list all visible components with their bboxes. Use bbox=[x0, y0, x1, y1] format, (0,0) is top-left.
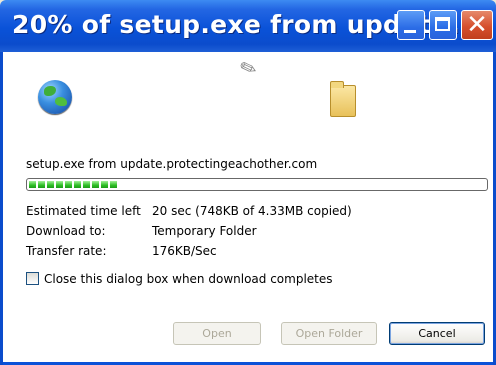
progress-block bbox=[38, 181, 45, 188]
download-to-value: Temporary Folder bbox=[152, 224, 257, 238]
minimize-icon bbox=[404, 30, 416, 33]
globe-land bbox=[55, 97, 67, 106]
globe-land bbox=[44, 86, 56, 96]
maximize-icon bbox=[435, 17, 450, 31]
transfer-rate-value: 176KB/Sec bbox=[152, 244, 217, 258]
folder-icon bbox=[330, 81, 356, 117]
progress-block bbox=[110, 181, 117, 188]
progress-block bbox=[56, 181, 63, 188]
open-folder-button[interactable]: Open Folder bbox=[281, 322, 377, 345]
download-dialog: 20% of setup.exe from updat... ✕ ✎ setup… bbox=[0, 0, 496, 365]
eta-value: 20 sec (748KB of 4.33MB copied) bbox=[152, 204, 352, 218]
close-button[interactable]: ✕ bbox=[461, 10, 493, 40]
close-on-complete-checkbox[interactable] bbox=[26, 272, 39, 285]
title-bar[interactable]: 20% of setup.exe from updat... ✕ bbox=[0, 0, 496, 52]
download-progress-bar bbox=[26, 178, 488, 191]
progress-block bbox=[65, 181, 72, 188]
transfer-rate-label: Transfer rate: bbox=[26, 244, 107, 258]
globe-icon bbox=[38, 80, 72, 114]
window-title: 20% of setup.exe from updat... bbox=[12, 10, 461, 39]
maximize-button[interactable] bbox=[429, 10, 457, 40]
close-icon: ✕ bbox=[466, 10, 488, 40]
cancel-button[interactable]: Cancel bbox=[389, 322, 485, 345]
progress-block bbox=[29, 181, 36, 188]
progress-block bbox=[74, 181, 81, 188]
progress-block bbox=[101, 181, 108, 188]
file-source-text: setup.exe from update.protectingeachothe… bbox=[26, 157, 318, 171]
close-on-complete-label[interactable]: Close this dialog box when download comp… bbox=[44, 272, 333, 286]
progress-fill bbox=[29, 181, 120, 188]
progress-block bbox=[92, 181, 99, 188]
download-to-label: Download to: bbox=[26, 224, 106, 238]
open-button[interactable]: Open bbox=[173, 322, 261, 345]
minimize-button[interactable] bbox=[397, 10, 425, 40]
progress-block bbox=[47, 181, 54, 188]
folder-tab bbox=[330, 81, 344, 88]
eta-label: Estimated time left bbox=[26, 204, 141, 218]
progress-block bbox=[83, 181, 90, 188]
